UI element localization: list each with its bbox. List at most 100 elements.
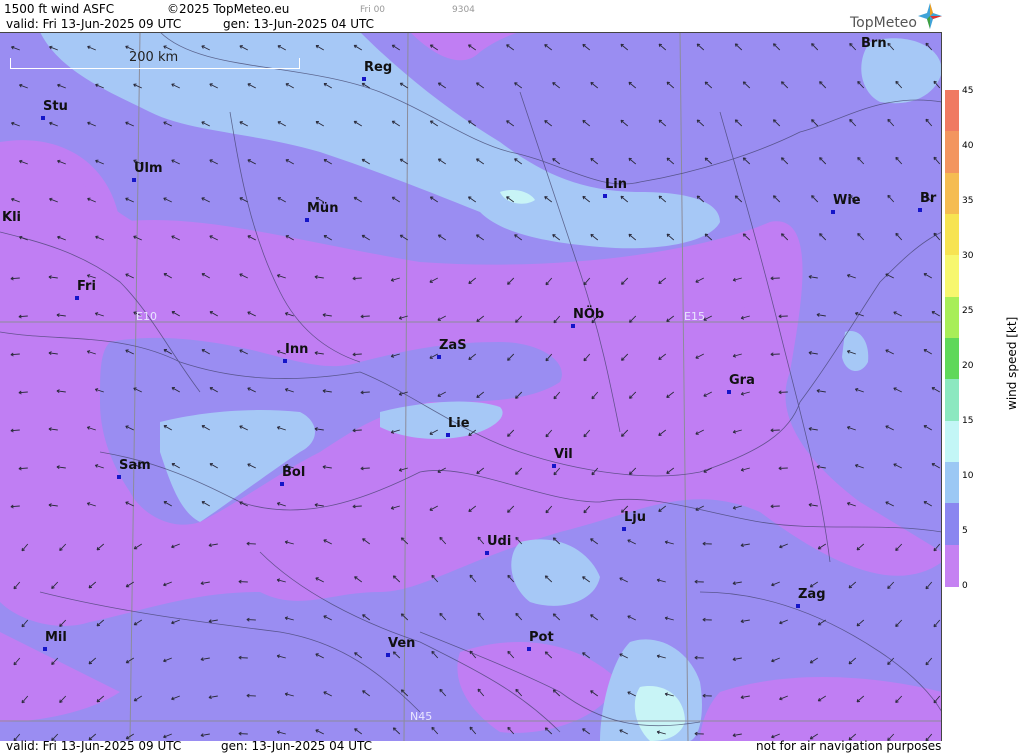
city-dot <box>527 647 531 651</box>
wind-arrow <box>620 43 629 51</box>
wind-arrow <box>742 81 751 89</box>
wind-arrow <box>772 195 781 203</box>
scale-bar: 200 km <box>10 50 300 69</box>
wind-arrow <box>925 657 933 666</box>
wind-arrow <box>811 195 819 203</box>
wind-arrow <box>208 695 218 700</box>
wind-arrow <box>582 119 591 127</box>
wind-arrow <box>88 657 97 665</box>
legend-tick: 15 <box>962 416 974 426</box>
wind-arrow <box>620 119 629 127</box>
wind-arrow <box>544 120 553 127</box>
wind-arrow <box>439 688 447 697</box>
wind-arrow <box>923 273 933 279</box>
wind-arrow <box>439 612 447 621</box>
wind-arrow <box>658 505 667 512</box>
wind-arrow <box>732 505 742 510</box>
city-dot <box>552 464 556 468</box>
wind-arrow <box>811 119 819 127</box>
city-dot <box>280 482 284 486</box>
wind-arrow <box>354 728 363 735</box>
wind-arrow <box>284 616 294 621</box>
wind-arrow <box>819 81 827 89</box>
grid-label-e10: E10 <box>136 310 157 323</box>
wind-arrow <box>125 121 134 127</box>
wind-arrow <box>740 543 750 548</box>
wind-arrow <box>658 119 667 127</box>
wind-arrow <box>885 349 894 355</box>
wind-arrow <box>772 43 781 51</box>
wind-arrow <box>582 728 591 735</box>
wind-arrow <box>514 234 523 241</box>
wind-arrow <box>887 194 895 203</box>
wind-arrow <box>95 159 104 165</box>
wind-arrow <box>628 157 637 165</box>
wind-map[interactable]: 200 km E10 E15 N45 Brn Reg Stu Ulm Lin K… <box>0 32 942 741</box>
legend-tick: 20 <box>962 361 974 371</box>
wind-arrow <box>506 44 515 51</box>
wind-arrow <box>771 581 780 587</box>
wind-arrow <box>125 657 135 664</box>
wind-arrow <box>354 652 363 659</box>
wind-arrow <box>163 657 172 663</box>
city-dot <box>446 433 450 437</box>
legend-tick: 5 <box>962 526 968 536</box>
wind-arrow <box>209 159 218 165</box>
wind-arrow <box>702 693 712 698</box>
wind-arrow <box>664 616 674 621</box>
wind-arrow <box>857 232 865 241</box>
wind-arrow <box>431 650 439 659</box>
wind-arrow <box>391 44 401 51</box>
wind-arrow <box>816 313 826 317</box>
wind-arrow <box>315 729 324 735</box>
wind-arrow <box>664 540 674 545</box>
city-dot <box>132 178 136 182</box>
wind-arrow <box>315 653 324 659</box>
wind-arrow <box>246 693 256 698</box>
legend-color-step <box>945 420 959 463</box>
wind-arrow <box>819 233 827 241</box>
generated-time: gen: 13-Jun-2025 04 UTC <box>223 17 375 31</box>
wind-arrow <box>694 579 704 584</box>
wind-arrow <box>619 577 628 583</box>
wind-arrow <box>809 657 819 664</box>
wind-arrow <box>590 81 599 89</box>
city-dot <box>362 77 366 81</box>
wind-arrow <box>391 196 401 203</box>
wind-arrow <box>238 655 248 660</box>
wind-arrow <box>696 119 705 127</box>
wind-arrow <box>848 657 857 665</box>
wind-arrow <box>323 615 332 621</box>
wind-arrow <box>323 158 333 165</box>
wind-arrow <box>431 726 439 735</box>
wind-arrow <box>238 731 248 736</box>
wind-arrow <box>476 82 485 89</box>
wind-arrow <box>514 82 523 89</box>
city-dot <box>283 359 287 363</box>
wind-arrow <box>590 157 599 165</box>
wind-arrow <box>200 733 210 738</box>
wind-arrow <box>854 387 864 393</box>
wind-arrow <box>780 157 789 165</box>
wind-arrow <box>923 349 933 355</box>
wind-arrow <box>200 657 210 662</box>
copyright: ©2025 TopMeteo.eu <box>167 2 290 16</box>
wind-arrow <box>628 81 637 89</box>
legend-color-step <box>945 503 959 546</box>
wind-arrow <box>208 619 218 624</box>
wind-arrow <box>808 351 818 355</box>
city-dot <box>305 218 309 222</box>
wind-arrow <box>895 156 903 165</box>
wind-arrow <box>923 425 933 431</box>
city-dot <box>43 647 47 651</box>
footer-valid-time: valid: Fri 13-Jun-2025 09 UTC <box>6 739 182 753</box>
wind-arrow <box>11 121 20 127</box>
wind-arrow <box>734 195 743 203</box>
wind-arrow <box>779 619 788 625</box>
wind-arrow <box>285 159 295 165</box>
wind-arrow <box>277 197 287 203</box>
wind-arrow <box>849 118 857 127</box>
wind-arrow <box>893 387 902 393</box>
wind-arrow <box>323 691 332 697</box>
wind-arrow <box>429 196 439 203</box>
